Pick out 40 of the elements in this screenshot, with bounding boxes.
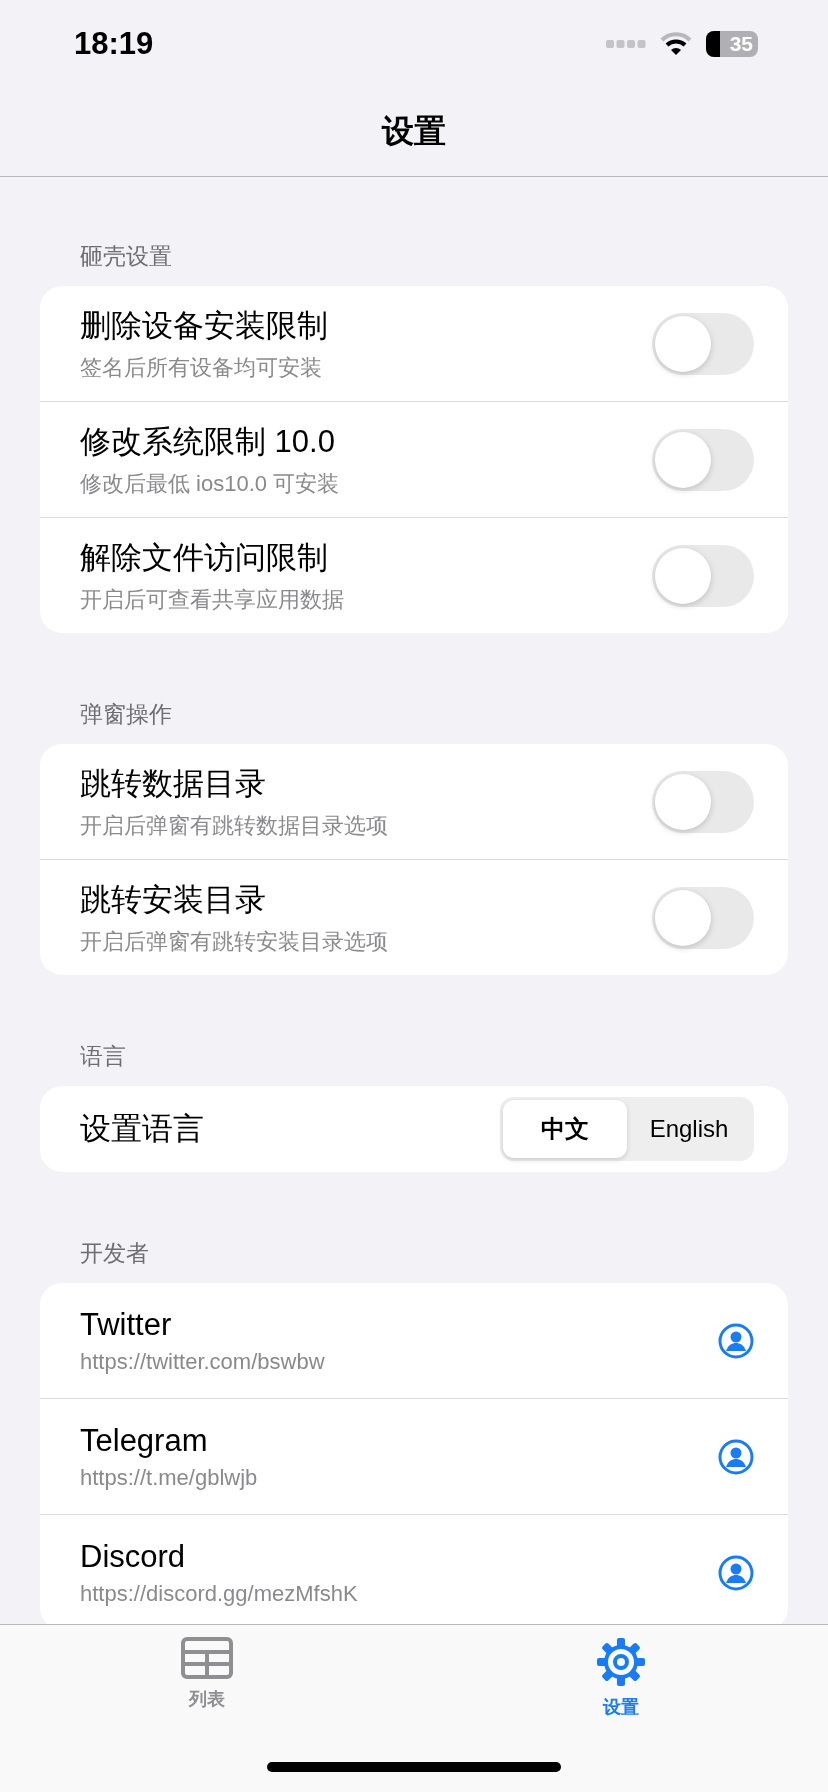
tab-item[interactable]: 列表 <box>0 1625 414 1720</box>
section-header: 弹窗操作 <box>79 700 173 729</box>
setting-title: 删除设备安装限制 <box>80 306 328 345</box>
status-time: 18:19 <box>74 26 154 62</box>
developer-name: Twitter <box>80 1306 172 1343</box>
setting-description: 修改后最低 ios10.0 可安装 <box>80 469 340 498</box>
section-header: 开发者 <box>79 1239 150 1268</box>
setting-title: 跳转安装目录 <box>80 880 266 919</box>
tab-item[interactable]: 设置 <box>414 1625 828 1720</box>
page-title: 设置 <box>382 112 446 151</box>
signal-icon <box>606 39 646 49</box>
settings-icon <box>596 1637 646 1687</box>
person-icon[interactable] <box>718 1438 754 1475</box>
toggle-switch[interactable] <box>652 770 754 833</box>
setting-description: 开启后弹窗有跳转安装目录选项 <box>80 927 388 956</box>
setting-title: 跳转数据目录 <box>80 764 266 803</box>
toggle-switch[interactable] <box>652 544 754 607</box>
section-header: 砸壳设置 <box>79 242 173 271</box>
setting-description: 开启后弹窗有跳转数据目录选项 <box>80 811 388 840</box>
person-icon[interactable] <box>718 1554 754 1591</box>
setting-title: 修改系统限制 10.0 <box>80 422 335 461</box>
setting-description: 签名后所有设备均可安装 <box>80 353 322 382</box>
developer-name: Telegram <box>80 1422 208 1459</box>
section-header: 语言 <box>79 1042 127 1071</box>
toggle-switch[interactable] <box>652 886 754 949</box>
wifi-icon <box>660 32 692 56</box>
developer-link[interactable]: https://t.me/gblwjb <box>80 1464 258 1491</box>
person-icon[interactable] <box>718 1322 754 1359</box>
developer-link[interactable]: https://discord.gg/mezMfshK <box>80 1580 358 1607</box>
toggle-switch[interactable] <box>652 312 754 375</box>
battery-icon: 35 <box>706 31 758 57</box>
developer-link[interactable]: https://twitter.com/bswbw <box>80 1348 325 1375</box>
developer-name: Discord <box>80 1538 186 1575</box>
setting-description: 开启后可查看共享应用数据 <box>80 585 344 614</box>
setting-title: 解除文件访问限制 <box>80 538 328 577</box>
setting-title: 设置语言 <box>80 1110 204 1148</box>
toggle-switch[interactable] <box>652 428 754 491</box>
grid-icon <box>181 1637 233 1679</box>
language-option[interactable]: 中文 <box>503 1100 627 1158</box>
language-option[interactable]: English <box>627 1100 751 1158</box>
